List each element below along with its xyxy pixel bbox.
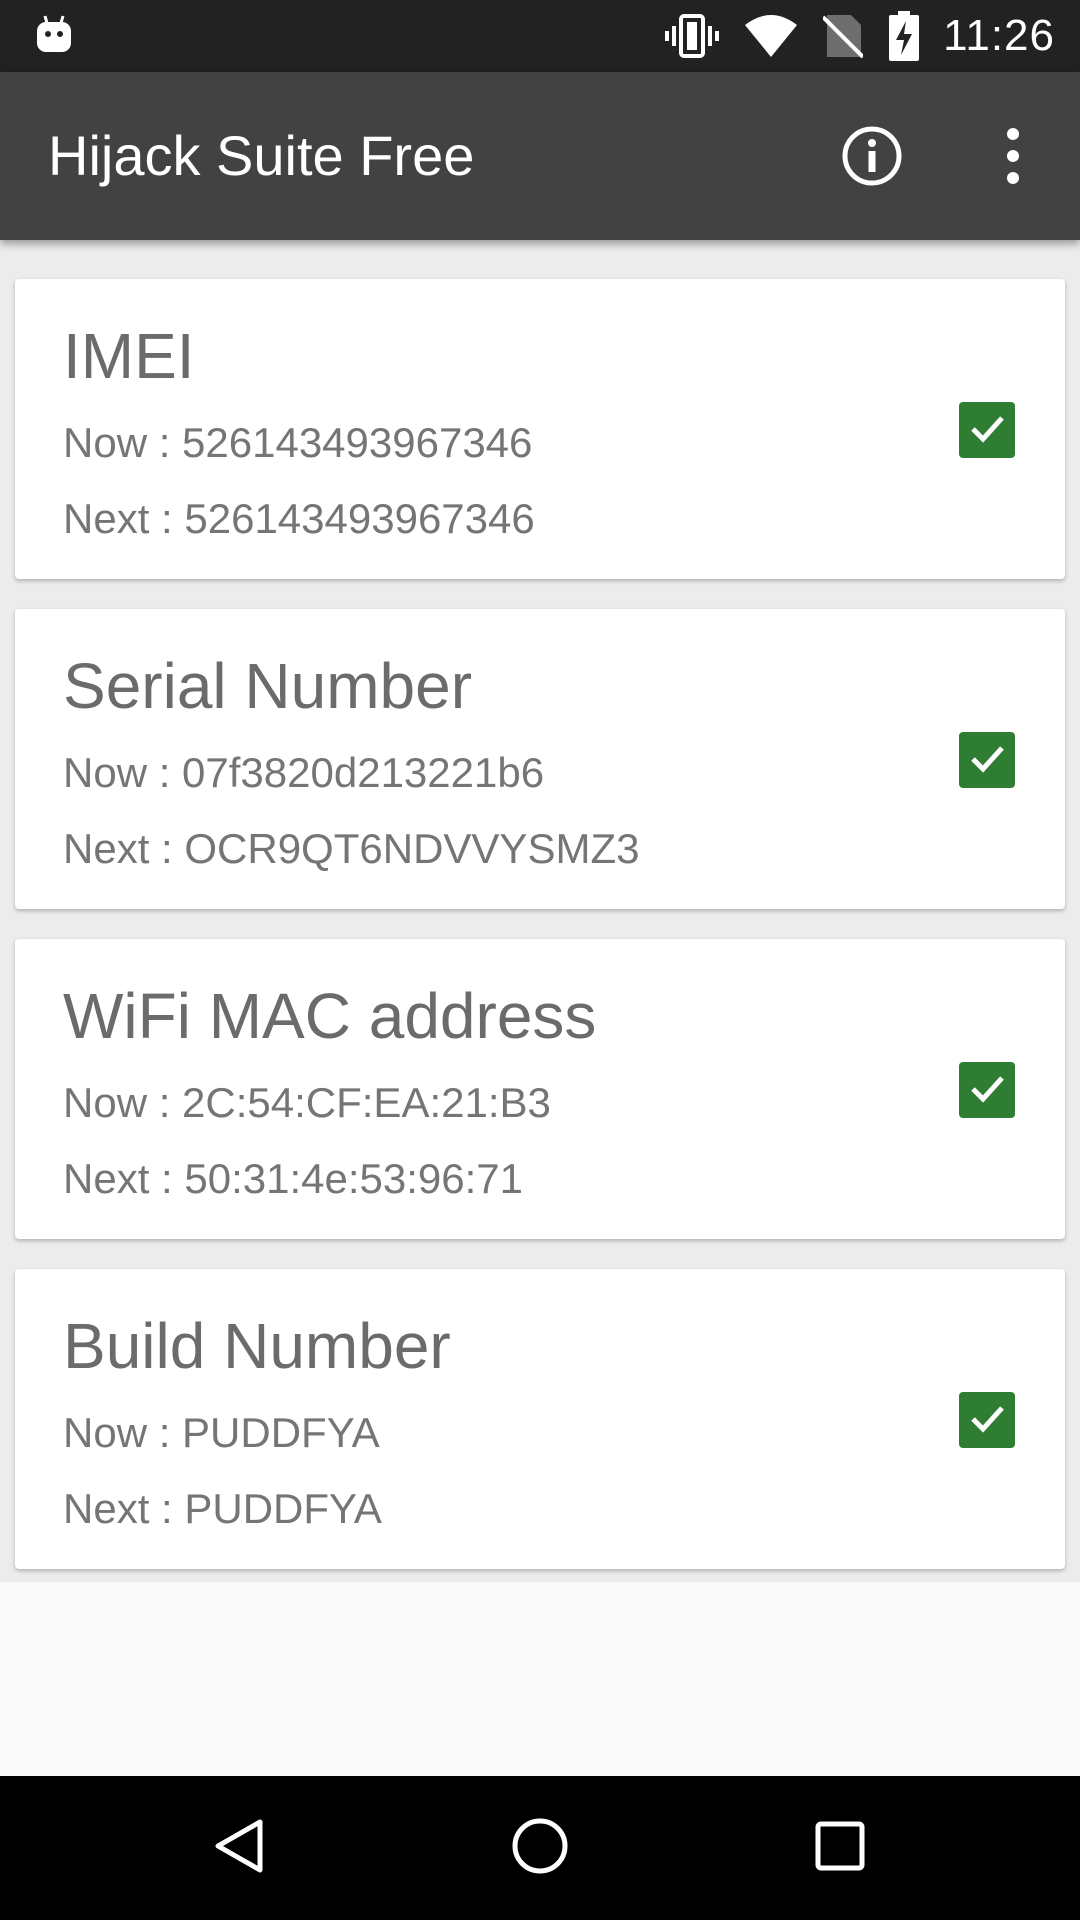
card-next-value: Next : OCR9QT6NDVVYSMZ3 [63,825,640,872]
battery-charging-icon [889,11,920,61]
card-build-number[interactable]: Build Number Now : PUDDFYA Next : PUDDFY… [15,1269,1065,1569]
identifier-list: IMEI Now : 526143493967346 Next : 526143… [0,240,1080,1582]
overflow-menu-button[interactable] [986,124,1040,188]
checkmark-icon [966,737,1008,784]
info-icon [840,126,904,192]
home-button[interactable] [504,1812,576,1884]
card-imei[interactable]: IMEI Now : 526143493967346 Next : 526143… [15,279,1065,579]
app-title: Hijack Suite Free [48,124,475,187]
checkmark-icon [966,407,1008,454]
status-bar: 11:26 [0,0,1080,72]
serial-number-checkbox[interactable] [959,732,1015,788]
card-title: WiFi MAC address [63,980,597,1052]
navigation-bar [0,1776,1080,1920]
empty-area [0,1582,1080,1776]
card-wifi-mac-address[interactable]: WiFi MAC address Now : 2C:54:CF:EA:21:B3… [15,939,1065,1239]
card-serial-number[interactable]: Serial Number Now : 07f3820d213221b6 Nex… [15,609,1065,909]
info-button[interactable] [840,124,904,188]
card-title: IMEI [63,320,195,392]
back-button[interactable] [204,1812,276,1884]
card-now-value: Now : 526143493967346 [63,419,533,466]
recents-icon [810,1816,870,1881]
card-next-value: Next : 50:31:4e:53:96:71 [63,1155,524,1202]
back-icon [210,1816,270,1881]
app-bar: Hijack Suite Free [0,72,1080,240]
card-now-value: Now : PUDDFYA [63,1409,380,1456]
card-title: Serial Number [63,650,473,722]
status-icons: 11:26 [639,0,1055,72]
card-now-value: Now : 2C:54:CF:EA:21:B3 [63,1079,551,1126]
recents-button[interactable] [804,1812,876,1884]
card-next-value: Next : 526143493967346 [63,495,535,542]
card-next-value: Next : PUDDFYA [63,1485,382,1532]
home-icon [510,1816,570,1881]
wifi-icon [745,15,798,57]
build-number-checkbox[interactable] [959,1392,1015,1448]
no-sim-icon [823,13,864,59]
checkmark-icon [966,1067,1008,1114]
card-now-value: Now : 07f3820d213221b6 [63,749,545,796]
vibrate-icon [665,14,720,58]
checkmark-icon [966,1397,1008,1444]
card-title: Build Number [63,1310,451,1382]
wifi-mac-checkbox[interactable] [959,1062,1015,1118]
imei-checkbox[interactable] [959,402,1015,458]
status-time: 11:26 [943,11,1055,60]
overflow-menu-icon [986,128,1040,192]
android-robot-icon [36,14,72,59]
